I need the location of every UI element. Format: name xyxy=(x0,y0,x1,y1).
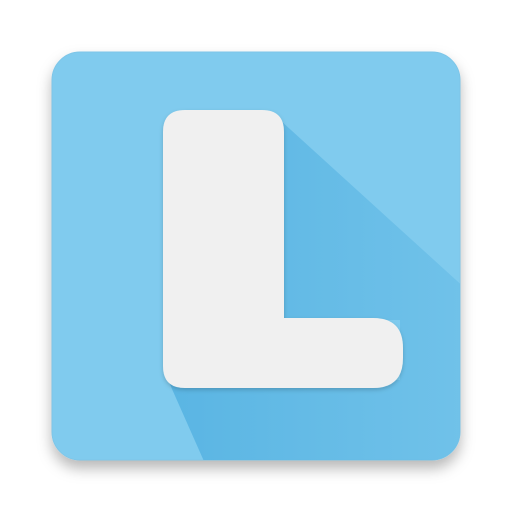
icon-canvas xyxy=(0,0,512,512)
letter-l-app-icon[interactable] xyxy=(0,0,512,512)
